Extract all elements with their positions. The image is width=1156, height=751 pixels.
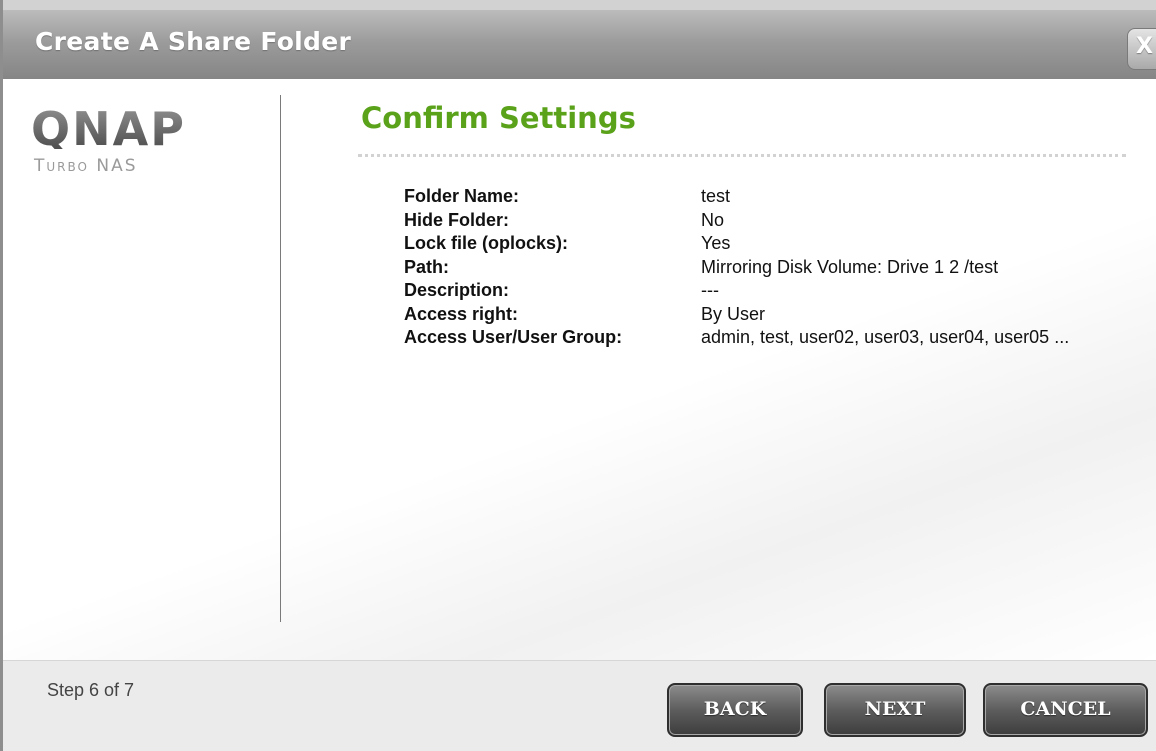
- setting-value: By User: [701, 303, 766, 324]
- turbo-nas-logo-text: Turbo NAS: [34, 156, 138, 176]
- setting-value: No: [701, 209, 725, 230]
- close-icon: X: [1136, 34, 1153, 59]
- step-indicator: Step 6 of 7: [47, 680, 135, 700]
- dotted-divider: [358, 154, 1126, 157]
- close-button[interactable]: X: [1127, 28, 1156, 70]
- setting-label: Lock file (oplocks):: [404, 233, 569, 253]
- setting-label: Folder Name:: [404, 186, 520, 206]
- setting-value: Yes: [701, 233, 731, 253]
- cancel-button[interactable]: CANCEL: [983, 683, 1148, 737]
- setting-label: Path:: [404, 256, 449, 277]
- vertical-divider: [280, 95, 281, 622]
- title-bar: Create A Share Folder X: [3, 0, 1156, 79]
- setting-label: Access right:: [404, 303, 519, 324]
- page-heading: Confirm Settings: [361, 101, 636, 135]
- dialog-footer: Step 6 of 7 BACK NEXT CANCEL: [3, 660, 1156, 751]
- back-button[interactable]: BACK: [667, 683, 803, 737]
- setting-value: admin, test, user02, user03, user04, use…: [701, 327, 1070, 347]
- dialog-title: Create A Share Folder: [35, 27, 352, 56]
- setting-label: Description:: [404, 280, 510, 300]
- create-share-folder-dialog: Create A Share Folder X QNAP Turbo NAS C…: [0, 0, 1156, 751]
- dialog-body: QNAP Turbo NAS Confirm Settings Folder N…: [3, 79, 1156, 660]
- setting-value: Mirroring Disk Volume: Drive 1 2 /test: [701, 256, 999, 277]
- setting-value: ---: [701, 280, 719, 300]
- qnap-logo: QNAP: [31, 102, 186, 156]
- setting-label: Hide Folder:: [404, 209, 510, 230]
- setting-label: Access User/User Group:: [404, 327, 623, 347]
- setting-value: test: [701, 186, 731, 206]
- next-button[interactable]: NEXT: [824, 683, 966, 737]
